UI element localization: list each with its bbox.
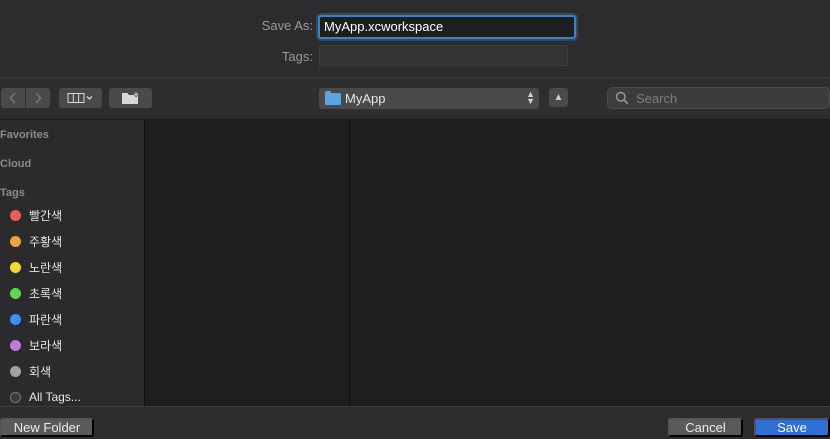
sidebar-tag-red[interactable]: 빨간색	[10, 206, 62, 224]
sidebar-tag-label: 파란색	[29, 312, 63, 327]
collapse-button[interactable]: ▲	[549, 88, 568, 107]
sidebar: Favorites Cloud Tags 빨간색 주황색 노란색 초록색 파란색…	[0, 120, 144, 406]
save-as-label: Save As:	[261, 18, 313, 33]
forward-button[interactable]	[26, 88, 50, 108]
sidebar-tag-yellow[interactable]: 노란색	[10, 258, 62, 276]
sidebar-tag-label: 회색	[29, 364, 52, 379]
sidebar-tag-label: 노란색	[29, 260, 63, 275]
sidebar-header-favorites[interactable]: Favorites	[0, 129, 49, 141]
back-button[interactable]	[1, 88, 25, 108]
search-field[interactable]	[607, 87, 830, 109]
sidebar-header-tags[interactable]: Tags	[0, 187, 25, 199]
cancel-button[interactable]: Cancel	[668, 418, 743, 437]
sidebar-tag-green[interactable]: 초록색	[10, 284, 62, 302]
save-dialog: Save As: Tags:	[0, 0, 830, 439]
sidebar-tag-blue[interactable]: 파란색	[10, 310, 62, 328]
view-mode-button[interactable]	[59, 88, 102, 108]
sidebar-tag-label: 초록색	[29, 286, 63, 301]
sidebar-tag-label: All Tags...	[29, 390, 81, 404]
tags-input[interactable]	[319, 45, 568, 66]
sidebar-tag-purple[interactable]: 보라색	[10, 336, 62, 354]
search-icon	[615, 91, 629, 105]
browser-column-1[interactable]	[144, 120, 349, 406]
tag-outline-dot	[10, 391, 21, 403]
sidebar-tag-label: 주황색	[29, 234, 63, 249]
tag-color-dot	[10, 365, 21, 377]
save-as-input[interactable]	[318, 15, 576, 39]
sidebar-tag-orange[interactable]: 주황색	[10, 232, 62, 250]
sidebar-tag-label: 빨간색	[29, 208, 63, 223]
sidebar-tag-all[interactable]: All Tags...	[10, 388, 81, 406]
sidebar-tag-label: 보라색	[29, 338, 63, 353]
sidebar-header-icloud[interactable]: Cloud	[0, 158, 31, 170]
tag-color-dot	[10, 261, 21, 273]
new-folder-icon	[121, 91, 139, 104]
new-folder-button[interactable]: New Folder	[0, 418, 94, 437]
chevron-left-icon	[9, 92, 16, 104]
chevron-right-icon	[35, 92, 42, 104]
location-label: MyApp	[345, 91, 386, 106]
search-input[interactable]	[634, 89, 828, 107]
column-view-icon	[67, 93, 92, 103]
new-folder-toolbar-button[interactable]	[109, 88, 152, 108]
save-button[interactable]: Save	[754, 418, 830, 437]
tag-color-dot	[10, 287, 21, 299]
browser-column-2[interactable]	[349, 120, 830, 406]
tag-color-dot	[10, 235, 21, 247]
up-down-arrows-icon: ▲ ▼	[526, 89, 535, 106]
folder-icon	[325, 90, 341, 105]
sidebar-tag-gray[interactable]: 회색	[10, 362, 51, 380]
tags-label: Tags:	[281, 49, 313, 64]
tag-color-dot	[10, 313, 21, 325]
tag-color-dot	[10, 339, 21, 351]
chevron-up-icon: ▲	[553, 92, 564, 103]
location-popup[interactable]: MyApp ▲ ▼	[319, 88, 539, 109]
save-form: Save As: Tags:	[0, 0, 830, 77]
tag-color-dot	[10, 209, 21, 221]
